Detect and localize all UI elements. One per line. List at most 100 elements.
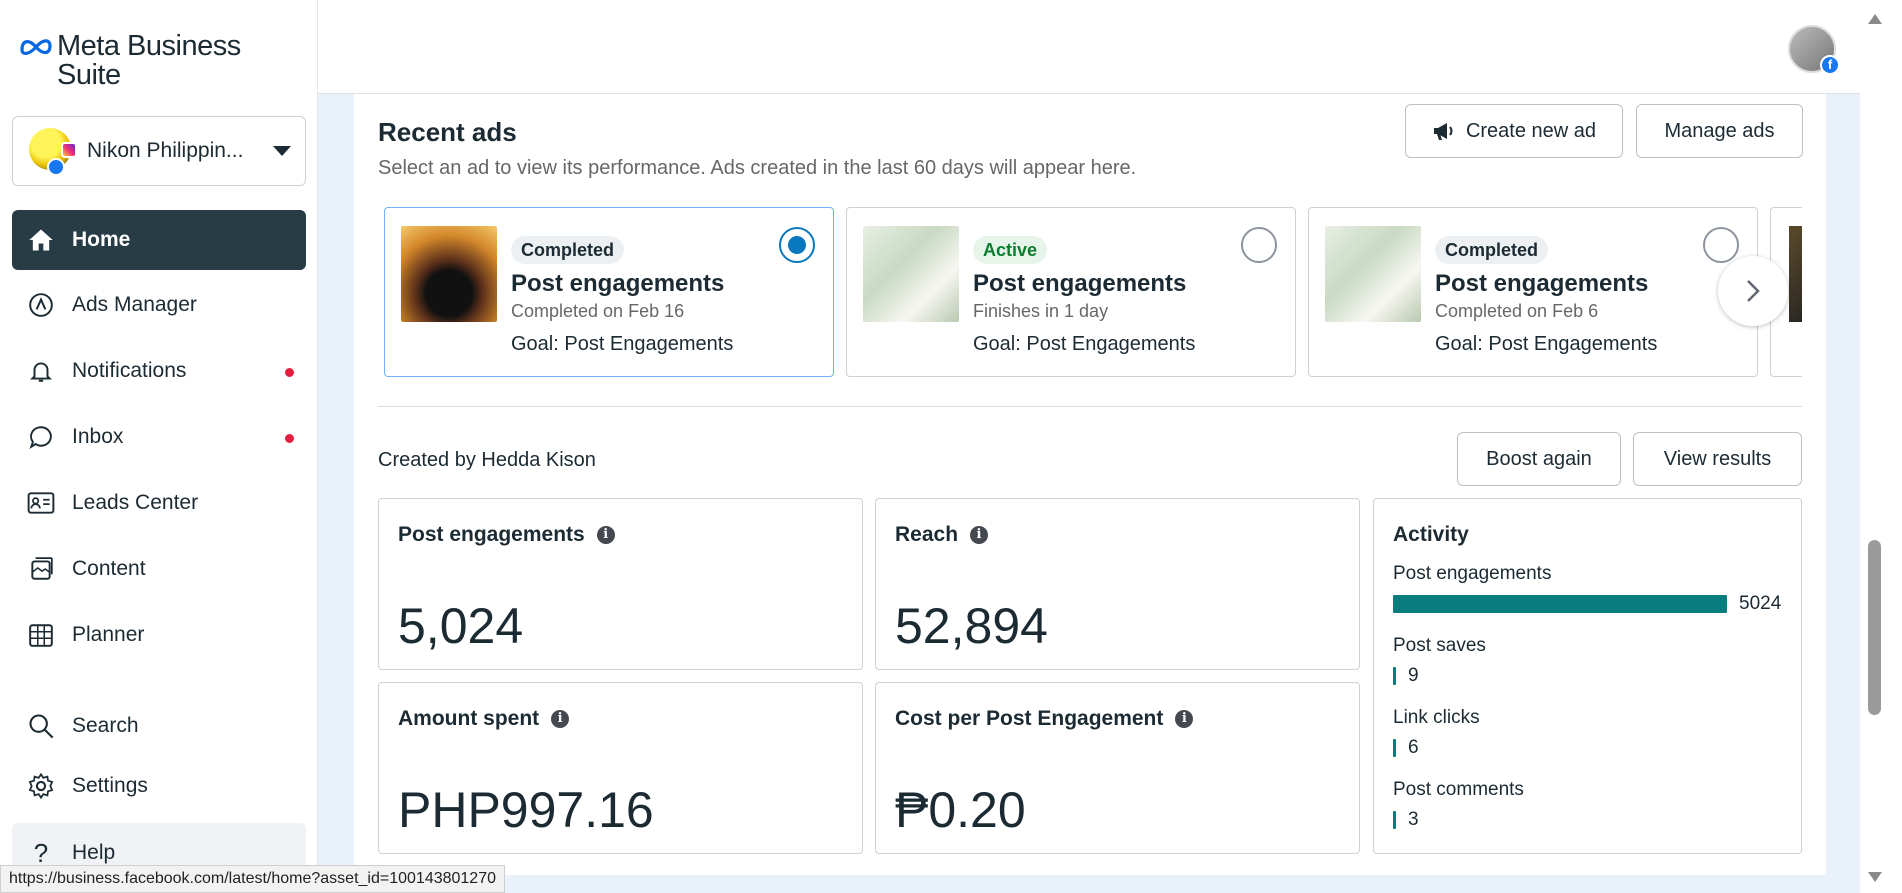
sidebar-item-planner[interactable]: Planner: [12, 605, 306, 665]
scroll-thumb[interactable]: [1868, 540, 1881, 715]
activity-label: Post engagements: [1393, 563, 1552, 584]
ad-select-radio[interactable]: [779, 227, 815, 263]
metric-value: ₱0.20: [895, 782, 1026, 838]
created-by: Created by Hedda Kison: [378, 449, 596, 471]
view-results-button[interactable]: View results: [1633, 432, 1802, 486]
account-avatar: [29, 128, 77, 176]
recent-ads-subtitle: Select an ad to view its performance. Ad…: [378, 157, 1137, 179]
sidebar-item-ads-manager[interactable]: Ads Manager: [12, 275, 306, 335]
scroll-up-arrow[interactable]: [1868, 14, 1882, 24]
info-icon[interactable]: i: [1175, 710, 1194, 728]
manage-ads-label: Manage ads: [1664, 119, 1775, 142]
activity-panel: Activity Post engagements 5024 Post save…: [1373, 498, 1802, 854]
ad-thumbnail: [1325, 226, 1421, 322]
metric-value: 5,024: [398, 598, 524, 654]
info-icon[interactable]: i: [970, 526, 989, 544]
sidebar-item-label: Inbox: [72, 425, 124, 448]
sidebar-item-label: Content: [72, 557, 146, 580]
ad-thumbnail: [401, 226, 497, 322]
sidebar-item-inbox[interactable]: Inbox: [12, 407, 306, 467]
ad-select-radio[interactable]: [1703, 227, 1739, 263]
metric-label: Cost per Post Engagement: [895, 707, 1164, 730]
sidebar-item-content[interactable]: Content: [12, 539, 306, 599]
ad-select-radio[interactable]: [1241, 227, 1277, 263]
chevron-right-icon: [1747, 280, 1760, 302]
meta-logo[interactable]: Meta Business Suite: [19, 32, 297, 90]
account-name: Nikon Philippin...: [87, 139, 244, 162]
activity-bar: [1393, 739, 1396, 757]
carousel-next-button[interactable]: [1718, 256, 1788, 326]
sidebar-item-label: Home: [72, 228, 131, 251]
boost-again-button[interactable]: Boost again: [1457, 432, 1621, 486]
sidebar: Meta Business Suite Nikon Philippin... H…: [0, 0, 318, 893]
activity-label: Post comments: [1393, 779, 1524, 800]
gear-icon: [26, 771, 56, 801]
sidebar-item-label: Settings: [72, 774, 148, 797]
sidebar-item-leads-center[interactable]: Leads Center: [12, 473, 306, 533]
metric-reach: Reach i 52,894: [875, 498, 1360, 670]
activity-value: 3: [1408, 809, 1419, 830]
info-icon[interactable]: i: [551, 710, 570, 728]
top-bar: [318, 0, 1860, 94]
activity-row: Link clicks 6: [1393, 707, 1783, 759]
sidebar-item-label: Planner: [72, 623, 145, 646]
home-icon: [26, 225, 56, 255]
logo-text: Meta Business Suite: [57, 30, 241, 91]
sidebar-item-notifications[interactable]: Notifications: [12, 341, 306, 401]
sidebar-item-home[interactable]: Home: [12, 210, 306, 270]
ads-manager-icon: [26, 290, 56, 320]
megaphone-icon: [1432, 121, 1454, 141]
sidebar-item-settings[interactable]: Settings: [12, 756, 306, 816]
info-icon[interactable]: i: [596, 526, 615, 544]
ad-card[interactable]: Active Post engagements Finishes in 1 da…: [846, 207, 1296, 377]
page-scrollbar[interactable]: [1860, 0, 1902, 893]
sidebar-item-label: Notifications: [72, 359, 187, 382]
question-icon: ?: [33, 837, 49, 868]
metric-label: Amount spent: [398, 707, 540, 730]
notification-dot: [285, 434, 294, 443]
metric-label: Post engagements: [398, 523, 585, 546]
caret-down-icon: [273, 146, 291, 156]
link-status-bar: https://business.facebook.com/latest/hom…: [0, 865, 505, 893]
status-badge: Active: [973, 236, 1048, 264]
metric-cost-per-engagement: Cost per Post Engagement i ₱0.20: [875, 682, 1360, 854]
calendar-grid-icon: [26, 620, 56, 650]
activity-bar: [1393, 811, 1396, 829]
facebook-icon: [47, 158, 65, 176]
ad-card[interactable]: Completed Post engagements Completed on …: [384, 207, 834, 377]
ad-goal: Goal: Post Engagements: [973, 333, 1196, 355]
create-new-ad-button[interactable]: Create new ad: [1405, 104, 1623, 158]
search-icon: [26, 711, 56, 741]
boost-again-label: Boost again: [1486, 447, 1592, 470]
sidebar-item-label: Leads Center: [72, 491, 199, 514]
ad-goal: Goal: Post Engagements: [511, 333, 734, 355]
scroll-down-arrow[interactable]: [1868, 872, 1882, 882]
metric-value: 52,894: [895, 598, 1048, 654]
notification-dot: [285, 368, 294, 377]
contact-card-icon: [26, 488, 56, 518]
ad-card[interactable]: Completed Post engagements Completed on …: [1308, 207, 1758, 377]
divider: [378, 406, 1802, 407]
activity-value: 6: [1408, 737, 1419, 758]
metric-label: Reach: [895, 523, 959, 546]
recent-ads-title: Recent ads: [378, 117, 517, 147]
content-stack-icon: [26, 554, 56, 584]
manage-ads-button[interactable]: Manage ads: [1636, 104, 1803, 158]
profile-avatar[interactable]: f: [1788, 25, 1840, 75]
metric-amount-spent: Amount spent i PHP997.16: [378, 682, 863, 854]
ad-title: Post engagements: [511, 270, 725, 297]
meta-infinity-icon: [20, 39, 52, 55]
facebook-icon: f: [1820, 55, 1840, 75]
view-results-label: View results: [1663, 447, 1772, 470]
sidebar-item-label: Search: [72, 714, 139, 737]
activity-bar: [1393, 595, 1727, 613]
activity-label: Link clicks: [1393, 707, 1480, 728]
activity-value: 9: [1408, 665, 1419, 686]
activity-label: Post saves: [1393, 635, 1486, 656]
ad-date: Completed on Feb 16: [511, 301, 685, 321]
sidebar-item-search[interactable]: Search: [12, 696, 306, 756]
status-badge: Completed: [511, 236, 625, 264]
activity-title: Activity: [1393, 523, 1469, 546]
activity-row: Post saves 9: [1393, 635, 1783, 687]
account-switcher[interactable]: Nikon Philippin...: [12, 116, 306, 186]
